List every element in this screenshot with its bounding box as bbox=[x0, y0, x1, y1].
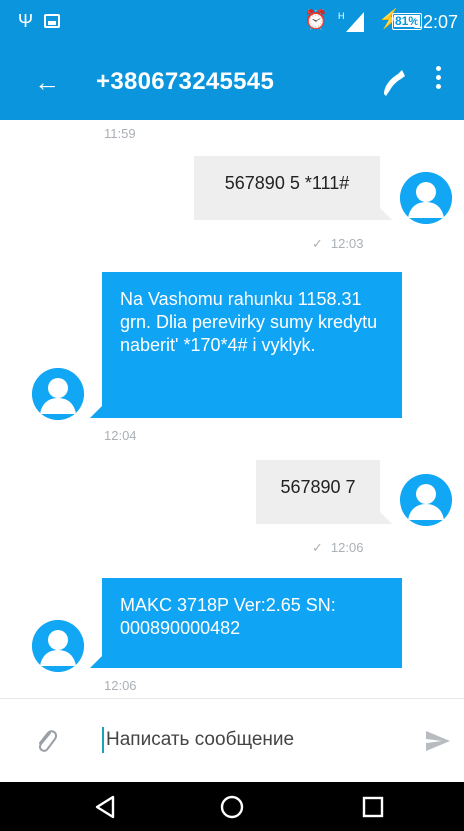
sent-check-icon: ✓ bbox=[312, 540, 323, 555]
message-timestamp: ✓ 12:06 bbox=[312, 540, 364, 555]
more-vert-icon[interactable] bbox=[434, 66, 442, 96]
app-bar: ← +380673245545 bbox=[0, 44, 464, 120]
network-type: H bbox=[338, 11, 345, 21]
message-timestamp: 12:06 bbox=[104, 678, 137, 693]
send-icon[interactable] bbox=[424, 729, 452, 753]
message-timestamp: 12:04 bbox=[104, 428, 137, 443]
message-text: 567890 7 bbox=[280, 477, 356, 497]
image-icon bbox=[44, 14, 60, 28]
signal-icon: H bbox=[338, 11, 364, 32]
message-timestamp: 11:59 bbox=[104, 126, 136, 141]
avatar-icon[interactable] bbox=[32, 368, 84, 420]
nav-back-icon[interactable] bbox=[91, 792, 121, 822]
message-text: 567890 5 *111# bbox=[224, 173, 350, 193]
conversation-title: +380673245545 bbox=[96, 68, 275, 95]
outgoing-message-bubble[interactable]: 567890 5 *111# bbox=[194, 156, 392, 220]
incoming-message-bubble[interactable]: Na Vashomu rahunku 1158.31 grn. Dlia per… bbox=[90, 272, 402, 418]
message-text: MAKC 3718P Ver:2.65 SN: 000890000482 bbox=[120, 595, 336, 638]
outgoing-message-bubble[interactable]: 567890 7 bbox=[256, 460, 392, 524]
phone-icon[interactable] bbox=[378, 68, 406, 96]
usb-icon: Ψ bbox=[18, 11, 34, 31]
alarm-icon: ⏰ bbox=[304, 10, 328, 31]
paperclip-icon[interactable] bbox=[34, 727, 58, 755]
message-timestamp: ✓ 12:03 bbox=[312, 236, 364, 251]
status-time: 12:07 bbox=[412, 12, 458, 32]
nav-home-icon[interactable] bbox=[217, 792, 247, 822]
back-arrow-icon[interactable]: ← bbox=[34, 68, 60, 96]
message-input[interactable] bbox=[106, 725, 386, 755]
message-text: Na Vashomu rahunku 1158.31 grn. Dlia per… bbox=[120, 289, 378, 355]
avatar-icon[interactable] bbox=[400, 474, 452, 526]
text-cursor bbox=[102, 727, 104, 753]
status-bar: Ψ ⏰ H ⚡ 81% 12:07 bbox=[0, 0, 464, 44]
sent-check-icon: ✓ bbox=[312, 236, 323, 251]
avatar-icon[interactable] bbox=[32, 620, 84, 672]
nav-recents-icon[interactable] bbox=[358, 792, 388, 822]
message-list[interactable]: 11:59 567890 5 *111# ✓ 12:03 Na Vashomu r… bbox=[0, 120, 464, 698]
compose-bar bbox=[0, 698, 464, 782]
incoming-message-bubble[interactable]: MAKC 3718P Ver:2.65 SN: 000890000482 bbox=[90, 578, 402, 668]
avatar-icon[interactable] bbox=[400, 172, 452, 224]
navigation-bar bbox=[0, 782, 464, 831]
